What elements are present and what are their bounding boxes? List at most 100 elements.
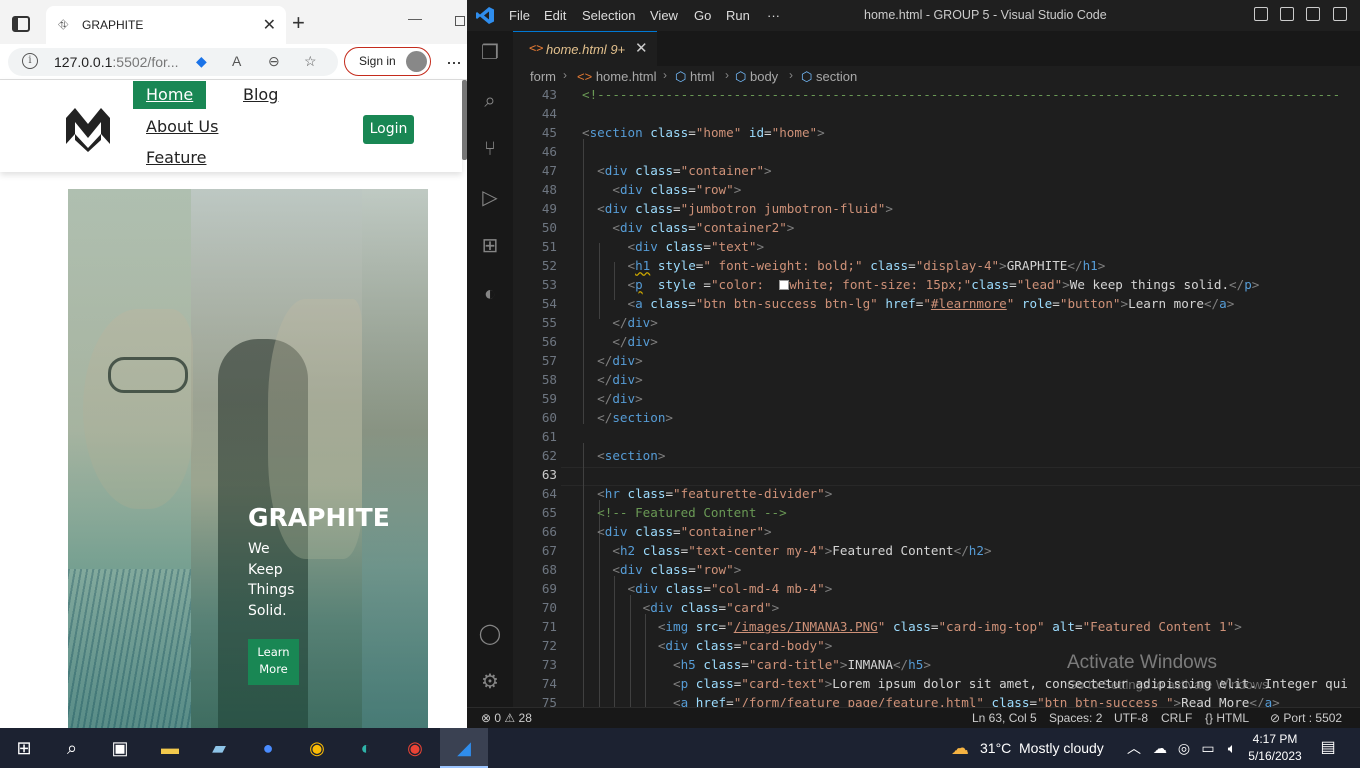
toggle-panel-icon[interactable]	[1280, 7, 1294, 21]
clock-time[interactable]: 4:17 PM	[1245, 732, 1305, 746]
url-text[interactable]: 127.0.0.1:5502/for...	[54, 54, 179, 70]
chevron-up-icon[interactable]: ︿	[1120, 734, 1148, 762]
cursor-position[interactable]: Ln 63, Col 5	[972, 711, 1037, 725]
code-line[interactable]: <h1 style=" font-weight: bold;" class="d…	[582, 258, 1106, 273]
extensions-icon[interactable]: ⊞	[478, 234, 502, 258]
weather-temperature[interactable]: 31°C	[980, 740, 1011, 756]
code-line[interactable]: <h2 class="text-center my-4">Featured Co…	[582, 543, 991, 558]
sign-in-button[interactable]: Sign in	[344, 47, 431, 76]
source-control-icon[interactable]: ⑂	[478, 137, 502, 161]
zoom-out-icon[interactable]: ⊖	[268, 53, 280, 70]
menu-file[interactable]: File	[509, 8, 530, 23]
code-line[interactable]: </div>	[582, 372, 643, 387]
browser-tab[interactable]: ⛗ GRAPHITE ✕	[46, 6, 286, 44]
code-line[interactable]: <section class="home" id="home">	[582, 125, 825, 140]
code-line[interactable]: <div class="row">	[582, 182, 741, 197]
search-icon[interactable]: ⌕	[58, 734, 86, 762]
notifications-icon[interactable]: ▤	[1314, 734, 1342, 762]
menu-go[interactable]: Go	[694, 8, 711, 23]
tab-actions-icon[interactable]	[12, 16, 30, 32]
search-icon[interactable]: ⌕	[478, 89, 502, 113]
weather-condition[interactable]: Mostly cloudy	[1019, 740, 1104, 756]
code-line[interactable]: <div class="text">	[582, 239, 765, 254]
more-menu-icon[interactable]: ···	[446, 52, 462, 73]
code-line[interactable]: <hr class="featurette-divider">	[582, 486, 832, 501]
menu-edit[interactable]: Edit	[544, 8, 566, 23]
code-line[interactable]: <div class="container">	[582, 163, 771, 178]
edge-tools-icon[interactable]: ◐	[478, 282, 502, 306]
code-line[interactable]: <div class="card">	[582, 600, 780, 615]
accounts-icon[interactable]: ◯	[478, 622, 502, 646]
code-line[interactable]: <img src="/images/INMANA3.PNG" class="ca…	[582, 619, 1242, 634]
tab-close-icon[interactable]: ✕	[263, 15, 276, 35]
code-line[interactable]: <a class="btn btn-success btn-lg" href="…	[582, 296, 1235, 311]
clock-date[interactable]: 5/16/2023	[1245, 749, 1305, 763]
toggle-secondary-sidebar-icon[interactable]	[1306, 7, 1320, 21]
nav-blog-link[interactable]: Blog	[243, 85, 278, 104]
site-info-icon[interactable]: i	[22, 53, 38, 69]
file-explorer-icon[interactable]: ▬	[156, 734, 184, 762]
breadcrumb-item[interactable]: <> home.html	[577, 69, 657, 84]
favorites-icon[interactable]: ☆	[304, 53, 317, 70]
encoding[interactable]: UTF-8	[1114, 711, 1148, 725]
code-line[interactable]: </section>	[582, 410, 673, 425]
live-server-port[interactable]: ⊘ Port : 5502	[1270, 711, 1342, 725]
volume-icon[interactable]: 🔈︎	[1218, 734, 1246, 762]
menu-more[interactable]: ···	[767, 8, 780, 23]
nav-feature-link[interactable]: Feature	[146, 148, 206, 167]
start-button-icon[interactable]: ⊞	[10, 734, 38, 762]
code-line[interactable]: <!--------------------------------------…	[582, 87, 1340, 102]
customize-layout-icon[interactable]	[1333, 7, 1347, 21]
code-line[interactable]: <div class="container2">	[582, 220, 794, 235]
menu-selection[interactable]: Selection	[582, 8, 635, 23]
code-editor[interactable]: 43 44 45 46 47 48 49 50 51 52 53 54 55 56 57 58 59 60 61 62…	[513, 87, 1360, 707]
menu-run[interactable]: Run	[726, 8, 750, 23]
code-line[interactable]: <p style ="color: white; font-size: 15px…	[582, 277, 1260, 292]
editor-tab-home-html[interactable]: <> home.html 9+ ✕	[513, 31, 657, 66]
edge-icon[interactable]: ◐	[352, 734, 380, 762]
code-line[interactable]: <div class="row">	[582, 562, 741, 577]
code-line[interactable]: </div>	[582, 315, 658, 330]
code-line[interactable]: <div class="jumbotron jumbotron-fluid">	[582, 201, 893, 216]
menu-view[interactable]: View	[650, 8, 678, 23]
new-tab-icon[interactable]: +	[292, 10, 305, 36]
code-line[interactable]: <div class="container">	[582, 524, 771, 539]
code-line[interactable]: <!-- Featured Content -->	[582, 505, 787, 520]
maximize-icon[interactable]	[455, 16, 465, 26]
vscode-taskbar-button[interactable]: ◢	[440, 728, 488, 768]
breadcrumb-item[interactable]: ⬡ section	[801, 69, 857, 85]
chrome-profile-icon[interactable]: ◉	[401, 734, 429, 762]
learn-more-button[interactable]: Learn More	[248, 639, 299, 685]
minimize-icon[interactable]: —	[408, 10, 422, 26]
notes-app-icon[interactable]: ▰	[205, 734, 233, 762]
code-line[interactable]: <section>	[582, 448, 665, 463]
run-debug-icon[interactable]: ▷	[478, 186, 502, 210]
code-line[interactable]: <h5 class="card-title">INMANA</h5>	[582, 657, 931, 672]
close-tab-icon[interactable]: ✕	[635, 39, 648, 57]
line-ending[interactable]: CRLF	[1161, 711, 1192, 725]
read-aloud-icon[interactable]: A	[232, 53, 241, 69]
language-mode[interactable]: {} HTML	[1205, 711, 1249, 725]
manage-gear-icon[interactable]: ⚙	[478, 670, 502, 694]
weather-icon[interactable]: ☁	[946, 734, 974, 762]
code-line[interactable]: </div>	[582, 353, 643, 368]
explorer-icon[interactable]: ❐	[478, 41, 502, 65]
problems-indicator[interactable]: ⊗ 0 ⚠ 28	[481, 711, 532, 725]
address-bar[interactable]: i 127.0.0.1:5502/for... ◆ A ⊖ ☆	[8, 48, 338, 76]
code-line[interactable]: </div>	[582, 391, 643, 406]
code-line[interactable]: <div class="col-md-4 mb-4">	[582, 581, 833, 596]
breadcrumb-item[interactable]: ⬡ body	[735, 69, 778, 85]
task-view-icon[interactable]: ▣	[106, 734, 134, 762]
zoom-app-icon[interactable]: ●	[254, 734, 282, 762]
chrome-icon[interactable]: ◉	[303, 734, 331, 762]
code-line[interactable]: <div class="card-body">	[582, 638, 832, 653]
nav-home-link[interactable]: Home	[133, 81, 206, 109]
code-line[interactable]: </div>	[582, 334, 658, 349]
tag-icon[interactable]: ◆	[196, 53, 207, 70]
indentation[interactable]: Spaces: 2	[1049, 711, 1102, 725]
code-line[interactable]: <a href="/form/feature page/feature.html…	[582, 695, 1280, 707]
breadcrumb-item[interactable]: form	[530, 69, 556, 84]
nav-about-link[interactable]: About Us	[146, 117, 218, 136]
breadcrumb-item[interactable]: ⬡ html	[675, 69, 715, 85]
login-button[interactable]: Login	[363, 115, 414, 144]
